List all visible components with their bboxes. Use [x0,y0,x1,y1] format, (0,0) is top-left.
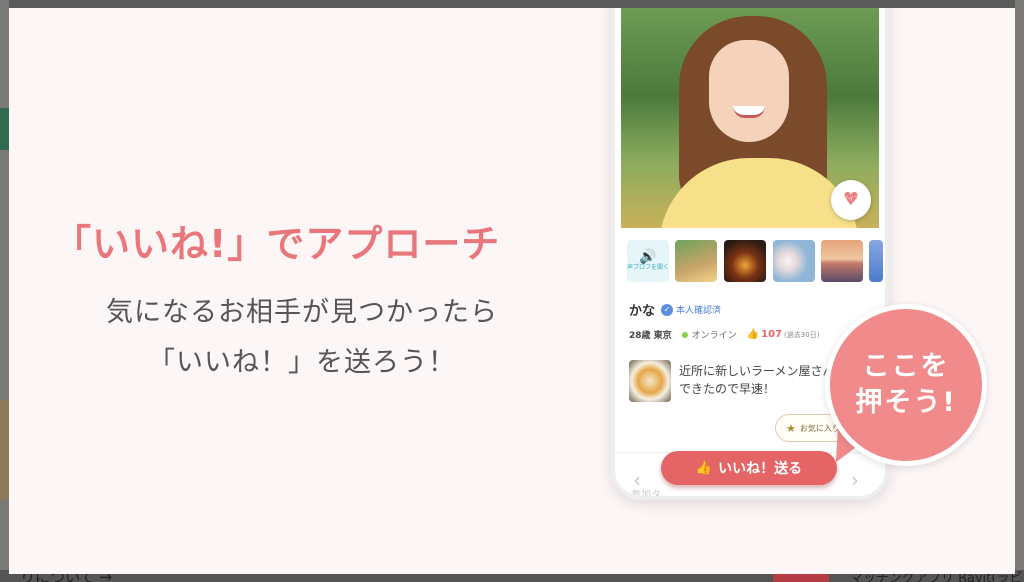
photo-thumbnail-strip: 🔊 声プロフを聞く [627,240,885,284]
background-left-strip [0,0,9,582]
bubble-line2: 押そう! [855,387,957,418]
like-count-number: 107 [761,329,783,340]
photo-thumbnail[interactable] [821,240,863,282]
age-city: 28歳 東京 [629,331,672,341]
modal-subtext-line2: 「いいね！」を送ろう！ [148,347,456,378]
profile-photo: ♥ タイプ [621,8,879,228]
like-count: 👍 107 (過去30日) [747,329,820,340]
speech-bubble: ここを 押そう! [825,304,987,466]
send-like-button[interactable]: 👍 いいね！送る [661,451,837,485]
background-image-block [0,400,9,500]
photo-thumbnail[interactable] [724,240,766,282]
online-dot-icon [681,331,688,338]
send-like-label: いいね！送る [718,461,803,477]
check-icon: ✓ [661,303,674,316]
profile-meta-row: 28歳 東京 オンライン 👍 107 (過去30日) [629,328,819,341]
photo-thumbnail[interactable] [675,240,717,282]
profile-name: かな [629,304,656,319]
modal-headline: 「いいね!」でアプローチ [53,222,501,266]
star-icon: ★ [786,421,796,435]
verified-badge: ✓ 本人確認済 [661,303,721,316]
like-count-period: (過去30日) [784,330,820,339]
thumbs-up-icon: 👍 [746,329,760,340]
chevron-right-icon[interactable]: › [851,468,859,492]
join-text: 参加タ [631,490,661,500]
modal-subtext-line1: 気になるお相手が見つかったら [106,297,498,328]
type-heart-badge[interactable]: ♥ タイプ [831,180,871,220]
thumbs-up-icon: 👍 [695,460,713,476]
photo-thumbnail[interactable] [869,240,883,282]
background-right-strip [1015,0,1024,582]
post-text: 近所に新しいラーメン屋さんができたので早速！ [679,364,847,396]
type-badge-label: タイプ [841,196,860,203]
online-label: オンライン [691,331,737,341]
profile-name-row: かな ✓ 本人確認済 [629,300,721,319]
online-status: オンライン [681,328,737,341]
tutorial-modal: 「いいね!」でアプローチ 気になるお相手が見つかったら 「いいね！」を送ろう！ … [9,8,1015,574]
speaker-icon: 🔊 [639,249,657,265]
bubble-line1: ここを [862,351,950,382]
photo-thumbnail[interactable] [773,240,815,282]
background-green-block [0,108,9,150]
background-top-strip [0,0,1024,8]
verified-label: 本人確認済 [676,306,722,316]
post-image [629,360,671,402]
favorite-button-label: お気に入り [799,423,840,433]
voice-profile-button[interactable]: 🔊 声プロフを聞く [627,240,669,282]
voice-profile-label: 声プロフを聞く [627,264,669,271]
